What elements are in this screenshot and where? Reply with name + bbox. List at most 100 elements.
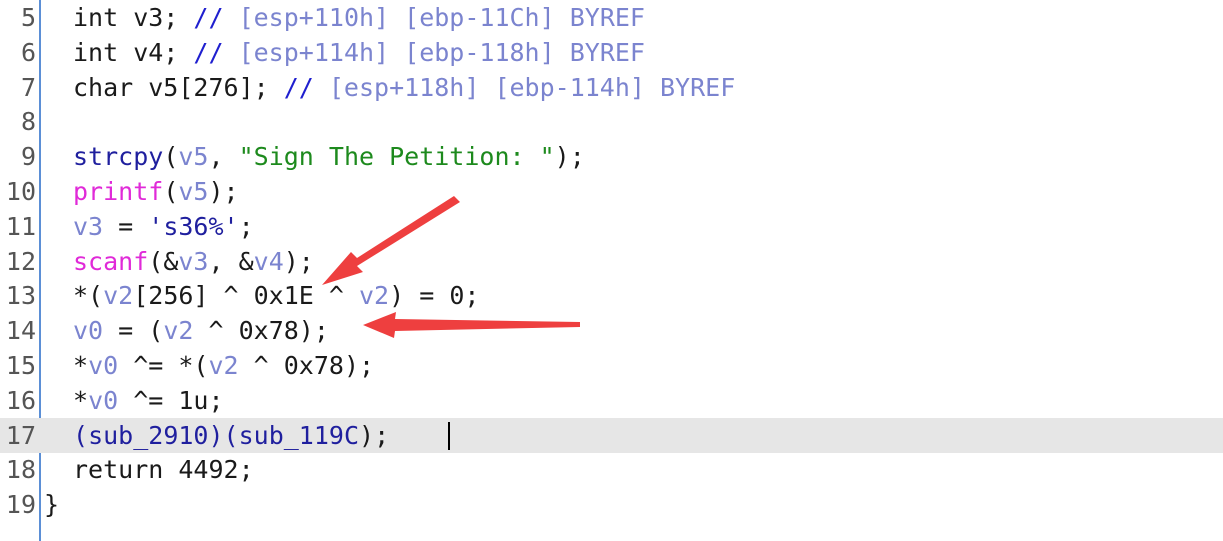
code-token: [esp+118h] [ebp-114h] BYREF [313,72,736,102]
code-token: v4; [118,37,194,67]
code-token: v5 [178,177,209,206]
code-token: int [73,37,119,67]
line-number: 12 [5,246,36,276]
code-text: (sub_2910)(sub_119C); [73,418,389,453]
code-text: *(v2[256] ^ 0x1E ^ v2) = 0; [73,278,479,313]
code-token: // [283,72,314,102]
code-token: char v5[276]; [73,72,284,102]
code-token: ^= 1u; [118,385,224,415]
code-line[interactable]: 8 [0,104,1223,139]
line-number: 6 [20,37,36,67]
text-caret [448,421,450,450]
code-token: ^= *( [118,351,209,380]
code-text: *v0 ^= *(v2 ^ 0x78); [73,348,374,383]
code-line[interactable]: 19} [0,487,1223,522]
code-token: v3 [178,246,209,276]
code-token: v2 [359,281,390,311]
code-text: printf(v5); [73,174,239,209]
code-token: v3; [118,3,194,32]
code-token: * [73,385,89,415]
code-line[interactable]: 11 v3 = 's36%'; [0,209,1223,244]
code-text: int v4; // [esp+114h] [ebp-118h] BYREF [73,35,645,70]
code-token: ( [73,420,89,450]
code-line[interactable]: 16 *v0 ^= 1u; [0,383,1223,418]
code-text: return 4492; [73,452,254,487]
code-token: ( [163,142,179,172]
code-line[interactable]: 7 char v5[276]; // [esp+118h] [ebp-114h] … [0,70,1223,105]
code-line[interactable]: 18 return 4492; [0,452,1223,487]
code-token: // [193,37,224,67]
code-token: (& [148,246,179,276]
line-number: 11 [5,211,36,241]
code-token: v0 [88,385,119,415]
code-token: , [208,142,239,172]
code-token: strcpy [73,142,164,172]
line-number: 7 [20,72,36,102]
line-number: 10 [5,177,36,206]
code-token: ); [554,142,585,172]
code-token: )( [208,420,239,450]
code-token: , & [208,246,254,276]
code-token: v2 [208,351,239,380]
code-token: ); [283,246,314,276]
line-number: 19 [5,490,36,520]
code-token: [esp+110h] [ebp-11Ch] BYREF [223,3,645,32]
code-token: ; [238,211,254,241]
code-token: v5 [178,142,209,172]
code-text: *v0 ^= 1u; [73,383,224,418]
line-number: 14 [5,316,36,346]
code-text: v3 = 's36%'; [73,209,254,244]
code-line[interactable]: 6 int v4; // [esp+114h] [ebp-118h] BYREF [0,35,1223,70]
line-number: 15 [5,351,36,380]
line-number: 17 [5,420,36,450]
code-token: scanf [73,246,149,276]
code-token: *( [73,281,104,311]
code-token: sub_119C [238,420,360,450]
code-text: int v3; // [esp+110h] [ebp-11Ch] BYREF [73,0,645,35]
code-token: ); [359,420,390,450]
code-line[interactable]: 14 v0 = (v2 ^ 0x78); [0,313,1223,348]
line-number: 13 [5,281,36,311]
code-token: ^ 0x78); [193,316,329,346]
line-number: 16 [5,385,36,415]
line-number: 8 [20,107,36,137]
code-token: v0 [73,316,104,346]
code-text: v0 = (v2 ^ 0x78); [73,313,329,348]
code-token: v4 [253,246,284,276]
line-number: 9 [20,142,36,172]
code-token: * [73,351,89,380]
code-token: "Sign The Petition: " [238,142,555,172]
code-token: ) = 0; [389,281,480,311]
code-line[interactable]: 9 strcpy(v5, "Sign The Petition: "); [0,139,1223,174]
code-token: [esp+114h] [ebp-118h] BYREF [223,37,645,67]
code-token: v2 [103,281,134,311]
code-line[interactable]: 12 scanf(&v3, &v4); [0,244,1223,279]
code-token: } [44,490,60,520]
code-token: [256] ^ 0x1E ^ [133,281,359,311]
code-text: scanf(&v3, &v4); [73,244,314,279]
code-token: return 4492; [73,455,254,485]
code-line[interactable]: 5 int v3; // [esp+110h] [ebp-11Ch] BYREF [0,0,1223,35]
code-token: v3 [73,211,104,241]
code-line[interactable]: 13 *(v2[256] ^ 0x1E ^ v2) = 0; [0,278,1223,313]
code-token: ( [163,177,179,206]
code-line[interactable]: 17 (sub_2910)(sub_119C); [0,417,1223,453]
code-text: strcpy(v5, "Sign The Petition: "); [73,139,585,174]
code-token: v2 [163,316,194,346]
code-token: sub_2910 [88,420,209,450]
code-token: 's36%' [148,211,239,241]
line-number: 5 [20,3,36,32]
code-token: ^ 0x78); [238,351,375,380]
code-token: int [73,3,119,32]
code-line[interactable]: 10 printf(v5); [0,174,1223,209]
code-token: printf [73,177,164,206]
code-text: } [44,487,59,522]
code-token: = ( [103,316,164,346]
code-token: ); [208,177,239,206]
pseudocode-editor[interactable]: 5 int v3; // [esp+110h] [ebp-11Ch] BYREF 6… [0,0,1223,541]
line-number: 18 [5,455,36,485]
code-line[interactable]: 15 *v0 ^= *(v2 ^ 0x78); [0,348,1223,383]
code-text: char v5[276]; // [esp+118h] [ebp-114h] B… [73,70,735,105]
code-token: v0 [88,351,119,380]
code-token: // [193,3,224,32]
